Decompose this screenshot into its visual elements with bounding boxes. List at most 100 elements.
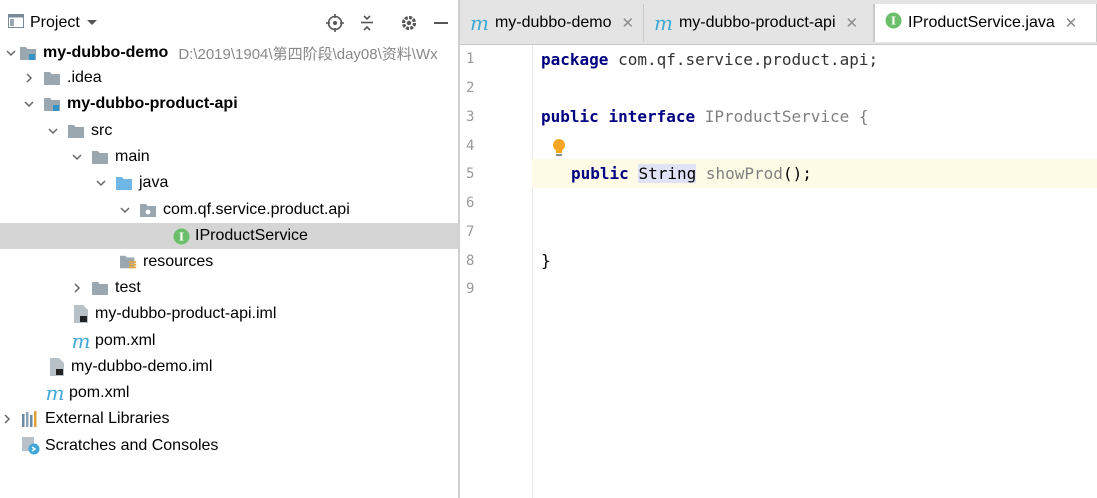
tab-my-dubbo-demo[interactable]: m my-dubbo-demo ✕: [460, 4, 644, 42]
line-number-gutter: 1 2 3 4 5 6 7 8 9: [460, 45, 533, 498]
brace: {: [849, 107, 869, 126]
editor-area: m my-dubbo-demo ✕ m my-dubbo-product-api…: [460, 0, 1097, 498]
method-name: showProd: [705, 164, 783, 183]
lightbulb-icon[interactable]: [550, 137, 568, 159]
folder-icon: [68, 122, 86, 140]
tree-item-label: my-dubbo-demo: [43, 44, 169, 61]
project-title: Project: [30, 14, 80, 31]
tree-item-label: External Libraries: [45, 410, 170, 427]
chevron-down-icon[interactable]: [22, 97, 36, 111]
project-tool-window: Project my-dubbo-demo D:\2019\1904\第四阶段\…: [0, 0, 458, 498]
project-path: D:\2019\1904\第四阶段\day08\资料\Wx: [178, 45, 438, 63]
tab-iproductservice-java[interactable]: I IProductService.java ✕: [874, 4, 1097, 42]
chevron-right-icon[interactable]: [70, 281, 84, 295]
chevron-right-icon[interactable]: [22, 71, 36, 85]
chevron-down-icon[interactable]: [70, 150, 84, 164]
chevron-down-icon: [86, 14, 98, 32]
tree-item-label: test: [115, 279, 141, 296]
chevron-down-icon[interactable]: [118, 203, 132, 217]
hide-panel-icon[interactable]: [430, 12, 452, 34]
tree-item-label: java: [139, 174, 169, 191]
editor-tab-bar: m my-dubbo-demo ✕ m my-dubbo-product-api…: [460, 0, 1097, 45]
chevron-right-icon[interactable]: [0, 412, 14, 426]
tab-label: my-dubbo-product-api: [678, 14, 836, 31]
code-editor[interactable]: package com.qf.service.product.api; publ…: [532, 45, 1097, 498]
source-folder-icon: [116, 174, 134, 192]
tree-item-main[interactable]: main: [0, 144, 458, 170]
gear-icon[interactable]: [398, 12, 420, 34]
chevron-down-icon[interactable]: [46, 124, 60, 138]
close-icon[interactable]: ✕: [621, 14, 634, 32]
maven-icon: m: [654, 11, 673, 35]
method-parens: ();: [782, 164, 812, 183]
collapse-all-icon[interactable]: [356, 12, 378, 34]
tree-item-package[interactable]: com.qf.service.product.api: [0, 197, 458, 223]
tree-item-product-api-module[interactable]: my-dubbo-product-api: [0, 91, 458, 117]
module-folder-icon: [20, 44, 38, 62]
chevron-down-icon[interactable]: [94, 176, 108, 190]
tree-item-test[interactable]: test: [0, 275, 458, 301]
project-view-selector[interactable]: Project: [8, 12, 98, 34]
tree-item-label: my-dubbo-demo.iml: [71, 358, 213, 375]
brace: }: [541, 251, 551, 270]
close-icon[interactable]: ✕: [846, 14, 859, 32]
tree-item-root-pom[interactable]: m pom.xml: [0, 380, 458, 406]
package-icon: [140, 201, 158, 219]
tree-item-idea[interactable]: .idea: [0, 65, 458, 91]
line-number: 2: [466, 80, 475, 96]
scratches-icon: [22, 437, 40, 455]
keyword: public: [571, 164, 629, 183]
line-number: 3: [466, 109, 475, 125]
interface-icon: I: [885, 12, 902, 34]
folder-icon: [92, 279, 110, 297]
close-icon[interactable]: ✕: [1065, 14, 1078, 32]
tree-item-project-root[interactable]: my-dubbo-demo D:\2019\1904\第四阶段\day08\资料…: [0, 40, 458, 66]
module-folder-icon: [44, 95, 62, 113]
folder-icon: [44, 69, 62, 87]
tree-item-scratches[interactable]: Scratches and Consoles: [0, 433, 458, 459]
line-number: 9: [466, 281, 475, 297]
tree-item-label: resources: [143, 253, 214, 270]
tab-my-dubbo-product-api[interactable]: m my-dubbo-product-api ✕: [644, 4, 874, 42]
tree-item-label: my-dubbo-product-api: [67, 95, 238, 112]
type-name: String: [638, 164, 697, 183]
chevron-down-icon[interactable]: [4, 46, 18, 60]
iml-file-icon: [48, 358, 66, 376]
maven-icon: m: [45, 381, 65, 405]
project-header: Project: [0, 0, 458, 44]
maven-icon: m: [71, 329, 91, 353]
line-number: 8: [466, 253, 475, 269]
project-window-icon: [8, 13, 24, 33]
line-number: 1: [466, 51, 475, 67]
tree-item-label: src: [91, 122, 113, 139]
keyword: package: [541, 50, 609, 69]
tab-label: IProductService.java: [908, 14, 1055, 31]
tree-item-label: com.qf.service.product.api: [163, 201, 350, 218]
code-line-8: }: [532, 246, 1097, 275]
tree-item-label: Scratches and Consoles: [45, 437, 219, 454]
line-number: 6: [466, 195, 475, 211]
interface-icon: I: [172, 227, 190, 245]
tree-item-iproductservice[interactable]: I IProductService: [0, 223, 458, 249]
locate-file-icon[interactable]: [324, 12, 346, 34]
svg-text:I: I: [178, 230, 183, 243]
code-line-3: public interface IProductService {: [532, 102, 1097, 131]
tree-item-label: .idea: [67, 69, 102, 86]
tree-item-demo-iml[interactable]: my-dubbo-demo.iml: [0, 354, 458, 380]
tree-item-label: pom.xml: [95, 332, 156, 349]
tree-item-src[interactable]: src: [0, 118, 458, 144]
code-line-1: package com.qf.service.product.api;: [532, 45, 1097, 74]
tree-item-label: my-dubbo-product-api.iml: [95, 305, 277, 322]
tree-item-product-api-pom[interactable]: m pom.xml: [0, 328, 458, 354]
keyword: public: [541, 107, 599, 126]
tree-item-external-libraries[interactable]: External Libraries: [0, 406, 458, 432]
tree-item-java[interactable]: java: [0, 170, 458, 196]
tab-label: my-dubbo-demo: [494, 14, 612, 31]
tree-item-resources[interactable]: resources: [0, 249, 458, 275]
tree-item-product-api-iml[interactable]: my-dubbo-product-api.iml: [0, 301, 458, 327]
interface-name: IProductService: [704, 107, 850, 126]
package-name: com.qf.service.product.api;: [608, 50, 879, 69]
libraries-icon: [22, 410, 40, 428]
resources-folder-icon: [120, 253, 138, 271]
line-number: 4: [466, 138, 475, 154]
